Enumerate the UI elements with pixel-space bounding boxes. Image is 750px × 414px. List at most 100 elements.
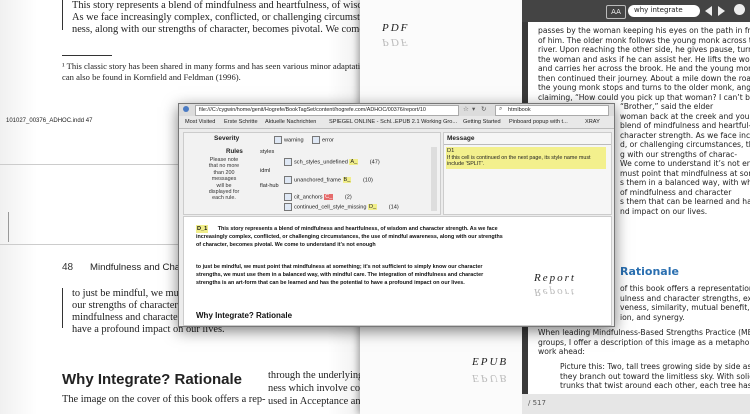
epub-body-text: of this book offers a representation of …: [620, 284, 750, 322]
rules-note: Please note that no more than 200 messag…: [202, 157, 246, 202]
epub-line: character strength. As we face increas-: [620, 130, 750, 140]
bookmark-most-visited[interactable]: Most Visited: [185, 119, 215, 125]
pdf-format-reflection: PDF: [382, 36, 410, 48]
error-checkbox[interactable]: error: [312, 136, 334, 144]
epub-paragraph: When leading Mindfulness-Based Strengths…: [538, 328, 750, 357]
menu-icon[interactable]: [734, 4, 745, 15]
message-id: D1: [447, 148, 455, 154]
bookmark-epub-working-group[interactable]: EPUB 2.1 Working Gro...: [395, 119, 457, 125]
content-tag: D_1: [196, 225, 209, 234]
rule-cit-anchors[interactable]: cit_anchors C_ (2): [284, 193, 352, 201]
epub-top-text: passes by the woman keeping his eyes on …: [538, 26, 750, 102]
bookmark-xray[interactable]: XRAY: [585, 119, 600, 125]
search-engine-field[interactable]: ⌕ htmlbook: [495, 105, 609, 116]
epub-line: nd impact on our lives.: [620, 206, 708, 216]
crop-mark: [8, 212, 9, 242]
epub-line: Picture this: Two, tall trees growing si…: [560, 362, 750, 371]
message-highlight: D1 If this cell is continued on the next…: [446, 147, 606, 169]
bookmark-erste-schritte[interactable]: Erste Schritte: [224, 119, 258, 125]
quote-rule: [62, 288, 63, 328]
bookmark-star-icon[interactable]: ☆: [463, 105, 469, 113]
pdf-footnote: ¹ This classic story has been shared in …: [62, 61, 364, 83]
rule-tag: D_: [368, 204, 378, 211]
epub-line: the woman and asks if he can assist her.…: [538, 54, 750, 64]
rule-count: (14): [388, 204, 399, 211]
bookmark-getting-started[interactable]: Getting Started: [463, 119, 501, 125]
search-input[interactable]: why integrate: [628, 5, 700, 17]
search-input-value: why integrate: [634, 6, 683, 14]
bookmark-aktuelle-nachrichten[interactable]: Aktuelle Nachrichten: [265, 119, 316, 125]
rule-count: (2): [344, 194, 352, 201]
epub-format-reflection: EPUB: [472, 372, 509, 384]
url-field[interactable]: file:///C:/cygwin/home/genit/Hogrefe/Boo…: [195, 105, 459, 116]
epub-line: s them that can be learned and has the: [620, 197, 750, 206]
epub-line: trunks that twist around each other, eac…: [560, 381, 750, 390]
warning-checkbox[interactable]: warning: [274, 136, 304, 144]
dropdown-icon[interactable]: ▾: [472, 105, 475, 113]
pdf-line: ness, along with our strengths of charac…: [72, 24, 372, 35]
epub-section-heading: Rationale: [620, 265, 679, 278]
pdf-line: As we face increasingly complex, conflic…: [72, 12, 372, 23]
rules-panel: Severity warning error Rules Please note…: [183, 132, 441, 215]
pdf-line: This story represents a blend of mindful…: [72, 0, 372, 11]
rule-name: sch_styles_undefined: [294, 159, 348, 166]
rule-count: (10): [362, 177, 373, 184]
epub-line: We come to understand it’s not enough: [620, 159, 750, 168]
epub-line: blend of mindfulness and heartful-: [620, 121, 750, 130]
file-slug: 101027_00376_ADHOC.indd 47: [6, 118, 93, 124]
epub-line: of mindfulness and character: [620, 187, 732, 197]
epub-line: of this book offers a representation of: [620, 284, 750, 293]
epub-line: groups, I offer a description of this im…: [538, 337, 750, 347]
epub-line: s them in a balanced way, with which: [620, 178, 750, 187]
epub-line: d, or challenging circumstances, the: [620, 140, 750, 149]
rule-name: unanchored_frame: [294, 177, 341, 184]
epub-line: claiming, “How could you pick up that wo…: [538, 92, 750, 102]
epub-line: they branch out toward the limitless sky…: [560, 371, 750, 381]
category-idml: idml: [260, 168, 271, 174]
rule-tag: B_: [342, 177, 352, 184]
message-panel: Message D1 If this cell is continued on …: [443, 132, 612, 215]
back-icon[interactable]: [183, 106, 189, 112]
category-flat-hub: flat-hub: [260, 183, 279, 189]
pdf-line: through the underlying s: [268, 370, 370, 381]
epub-line: veness, similarity, mutual benefit, inte…: [620, 303, 750, 312]
epub-line: must point that mindfulness at some-: [620, 168, 750, 178]
message-label: Message: [447, 135, 475, 142]
epub-line: of him. The older monk follows the young…: [538, 35, 750, 45]
content-line: This story represents a blend of mindful…: [217, 226, 444, 232]
message-divider: [444, 144, 611, 145]
rule-tag: A_: [349, 159, 359, 166]
reload-icon[interactable]: ↻: [481, 105, 486, 113]
report-format-label: Report: [534, 272, 576, 284]
epub-toolbar: AA why integrate: [522, 0, 750, 22]
epub-line: the young monk stops and turns to the ol…: [538, 83, 750, 92]
epub-line: When leading Mindfulness-Based Strengths…: [538, 328, 750, 337]
epub-line: ion, and synergy.: [620, 312, 685, 322]
content-line: profound impact on our lives.: [388, 280, 465, 287]
pdf-top-paragraph: This story represents a blend of mindful…: [72, 0, 372, 36]
epub-line: river. Upon reaching the other side, he …: [538, 45, 750, 54]
footnote-rule: [62, 55, 112, 56]
epub-line: g with our strengths of charac-: [620, 149, 738, 159]
epub-partial-text: “Brother,” said the elder woman back at …: [620, 102, 750, 216]
pdf-format-label: PDF: [382, 22, 410, 34]
rule-continued-cell-style-missing[interactable]: continued_cell_style_missing D_ (14): [284, 203, 399, 211]
rule-name: cit_anchors: [294, 194, 323, 201]
rule-count: (47): [369, 159, 380, 166]
rules-label: Rules: [226, 148, 243, 155]
section-heading: Why Integrate? Rationale: [62, 371, 243, 388]
rule-sch-styles-undefined[interactable]: sch_styles_undefined A_ (47): [284, 158, 380, 166]
rule-name: continued_cell_style_missing: [294, 204, 367, 211]
epub-line: work ahead:: [538, 347, 585, 356]
rule-unanchored-frame[interactable]: unanchored_frame B_ (10): [284, 176, 373, 184]
error-label: error: [322, 137, 334, 144]
previous-arrow-icon[interactable]: [705, 6, 712, 16]
font-size-button[interactable]: AA: [606, 5, 626, 19]
bookmark-pinboard[interactable]: Pinboard popup with t...: [509, 119, 568, 125]
bookmark-spiegel[interactable]: SPIEGEL ONLINE - Schl...: [329, 119, 396, 125]
rules-scrollbar[interactable]: [431, 147, 437, 211]
report-format-reflection: Report: [534, 286, 576, 298]
next-arrow-icon[interactable]: [718, 6, 725, 16]
epub-line: “Brother,” said the elder: [620, 102, 714, 111]
content-paragraph-1: D_1 This story represents a blend of min…: [196, 225, 506, 250]
